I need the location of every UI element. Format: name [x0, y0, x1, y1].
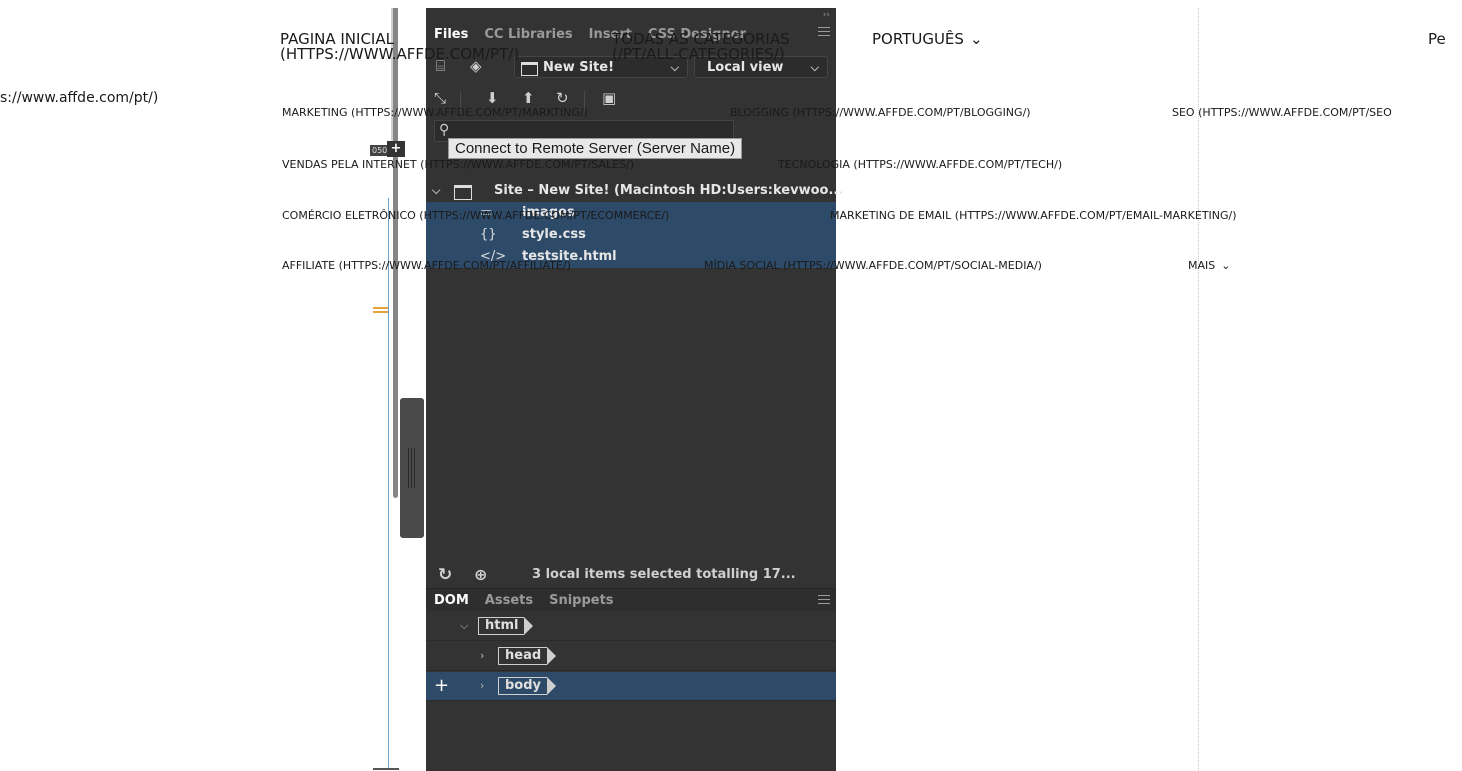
expand-icon[interactable]: ▣: [602, 88, 616, 108]
tooltip: Connect to Remote Server (Server Name): [448, 138, 743, 159]
dom-row-head[interactable]: › head: [426, 642, 836, 671]
nav-seo-link[interactable]: SEO (HTTPS://WWW.AFFDE.COM/PT/SEO: [1172, 106, 1392, 119]
nav-sales-link[interactable]: VENDAS PELA INTERNET (HTTPS://WWW.AFFDE.…: [282, 158, 634, 171]
folder-icon: [521, 62, 538, 76]
vertical-ruler: [393, 8, 398, 498]
nav-social-media-link[interactable]: MÍDIA SOCIAL (HTTPS://WWW.AFFDE.COM/PT/S…: [704, 259, 1042, 272]
dom-row-body[interactable]: + › body: [426, 672, 836, 701]
nav-blogging-link[interactable]: BLOGGING (HTTPS://WWW.AFFDE.COM/PT/BLOGG…: [730, 106, 1031, 119]
dom-tag: head: [498, 647, 557, 665]
nav-tech-link[interactable]: TECNOLOGIA (HTTPS://WWW.AFFDE.COM/PT/TEC…: [778, 158, 1062, 171]
connect-icon[interactable]: ⤡: [434, 88, 446, 108]
add-element-icon[interactable]: +: [434, 672, 449, 700]
nav-more-menu[interactable]: MAIS ⌄: [1188, 259, 1230, 272]
nav-ecommerce-link[interactable]: COMÉRCIO ELETRÔNICO (HTTPS://WWW.AFFDE.C…: [282, 209, 669, 222]
globe-icon[interactable]: ⊕: [474, 561, 487, 589]
nav-email-marketing-link[interactable]: MARKETING DE EMAIL (HTTPS://WWW.AFFDE.CO…: [830, 209, 1237, 222]
put-files-icon[interactable]: ⬆: [522, 88, 535, 108]
language-select[interactable]: PORTUGUÊS ⌄: [872, 32, 983, 47]
chevron-down-icon: ⌵: [432, 184, 441, 197]
nav-affiliate-link[interactable]: AFFILIATE (HTTPS://WWW.AFFDE.COM/PT/AFFI…: [282, 259, 571, 272]
column-divider: [1198, 8, 1199, 771]
chevron-down-icon: ⌄: [1221, 259, 1231, 272]
collapse-panels-icon[interactable]: ››: [823, 10, 830, 20]
nav-more-label: MAIS: [1188, 259, 1216, 272]
dom-panel-tabs: DOM Assets Snippets: [426, 588, 836, 611]
site-root-label: Site – New Site! (Macintosh HD:Users:kev…: [494, 183, 844, 198]
language-label: PORTUGUÊS: [872, 30, 964, 48]
panel-resize-handle[interactable]: [400, 398, 424, 538]
sync-icon[interactable]: ↻: [556, 88, 569, 108]
nav-home-link[interactable]: PAGINA INICIAL (HTTPS://WWW.AFFDE.COM/PT…: [280, 32, 620, 62]
baseline: [373, 768, 399, 770]
status-text: 3 local items selected totalling 17...: [532, 567, 796, 582]
refresh-icon[interactable]: ↻: [438, 561, 452, 589]
tab-dom[interactable]: DOM: [426, 593, 477, 608]
css-file-icon: {}: [480, 227, 497, 242]
site-select-value: New Site!: [543, 60, 615, 75]
tab-assets[interactable]: Assets: [477, 593, 541, 608]
dom-tag: body: [498, 677, 557, 695]
chevron-right-icon: ›: [480, 649, 485, 662]
panel-menu-icon[interactable]: [818, 595, 830, 604]
page-url: s://www.affde.com/pt/): [0, 90, 159, 106]
nav-all-categories-link[interactable]: TODAS AS CATEGORIAS (/PT/ALL-CATEGORIES/…: [612, 32, 838, 62]
files-panel: ›› Files CC Libraries Insert CSS Designe…: [426, 8, 843, 771]
files-status-bar: ↻ ⊕ 3 local items selected totalling 17.…: [426, 561, 836, 589]
element-marker-icon: [373, 307, 388, 309]
design-view-strip: 050 +: [370, 8, 426, 771]
nav-marketing-link[interactable]: MARKETING (HTTPS://WWW.AFFDE.COM/PT/MARK…: [282, 106, 588, 119]
nav-cut-label: Pe: [1428, 30, 1446, 48]
dreamweaver-screenshot: 050 + ›› Files CC Libraries Insert CSS D…: [370, 8, 843, 771]
search-icon: ⚲: [439, 122, 450, 138]
file-name: style.css: [522, 227, 586, 242]
guide-line: [388, 198, 389, 768]
folder-icon: [454, 185, 472, 200]
tab-snippets[interactable]: Snippets: [541, 593, 621, 608]
site-root-row[interactable]: ⌵ Site – New Site! (Macintosh HD:Users:k…: [426, 180, 843, 202]
chevron-down-icon: ⌵: [460, 619, 469, 632]
insert-plus-icon[interactable]: +: [387, 141, 405, 157]
chevron-right-icon: ›: [480, 679, 485, 692]
file-row[interactable]: {} style.css: [426, 224, 836, 246]
dom-tag: html: [478, 617, 535, 635]
chevron-down-icon: ⌄: [969, 30, 983, 48]
get-files-icon[interactable]: ⬇: [486, 88, 499, 108]
dom-row-html[interactable]: ⌵ html: [426, 612, 836, 641]
